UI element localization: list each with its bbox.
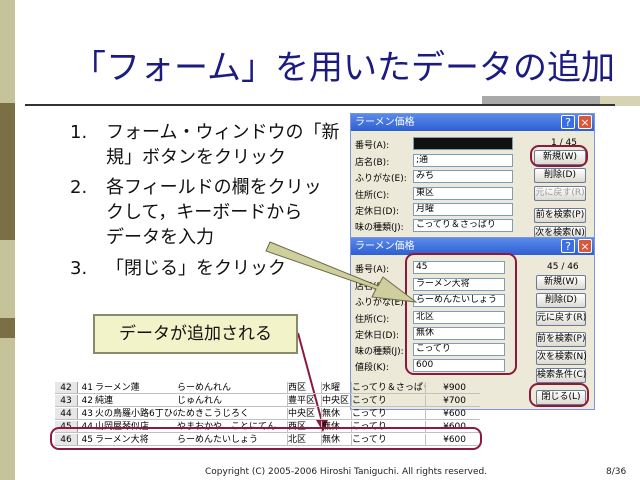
new-row-highlight xyxy=(50,427,482,450)
arrow-to-fields xyxy=(265,241,418,303)
cell-number[interactable]: 42 xyxy=(77,395,93,406)
cell-closed-day[interactable]: 中央区 xyxy=(321,395,352,406)
cell-shop-name[interactable]: 純連 xyxy=(95,395,177,406)
cell-shop-name[interactable]: ラーメン蓮 xyxy=(95,382,177,393)
cell-number[interactable]: 41 xyxy=(77,382,93,393)
cell-taste[interactable]: こってり＆さっぱり xyxy=(351,382,426,393)
cell-taste[interactable]: こってり xyxy=(351,408,426,419)
row-header[interactable]: 42 xyxy=(55,382,78,393)
row-header[interactable]: 43 xyxy=(55,395,78,406)
cell-taste[interactable]: こってり xyxy=(351,395,426,406)
cell-closed-day[interactable]: 水曜 xyxy=(321,382,352,393)
cell-closed-day[interactable]: 無休 xyxy=(321,408,352,419)
cell-price[interactable]: ¥600 xyxy=(425,408,466,419)
table-row[interactable]: 43 42 純連 じゅんれん 豊平区 中央区 こってり ¥700 xyxy=(55,395,480,407)
cell-furigana[interactable]: ためきこうじろく xyxy=(177,408,287,419)
callout-data-added: データが追加される xyxy=(93,314,298,354)
cell-address[interactable]: 豊平区 xyxy=(287,395,322,406)
cell-furigana[interactable]: らーめんれん xyxy=(177,382,287,393)
row-header[interactable]: 44 xyxy=(55,408,78,419)
table-row[interactable]: 44 43 火の鳥羅小路6丁ひのとり ためきこうじろく 中央区 無休 こってり … xyxy=(55,408,480,420)
cell-number[interactable]: 43 xyxy=(77,408,93,419)
cell-price[interactable]: ¥700 xyxy=(425,395,466,406)
table-row[interactable]: 42 41 ラーメン蓮 らーめんれん 西区 水曜 こってり＆さっぱり ¥900 xyxy=(55,382,480,394)
cell-price[interactable]: ¥900 xyxy=(425,382,466,393)
cell-address[interactable]: 西区 xyxy=(287,382,322,393)
copyright-footer: Copyright (C) 2005-2006 Hiroshi Taniguch… xyxy=(205,467,488,477)
cell-address[interactable]: 中央区 xyxy=(287,408,322,419)
cell-shop-name[interactable]: 火の鳥羅小路6丁ひのとり xyxy=(95,408,177,419)
page-number: 8/36 xyxy=(606,467,627,477)
cell-furigana[interactable]: じゅんれん xyxy=(177,395,287,406)
